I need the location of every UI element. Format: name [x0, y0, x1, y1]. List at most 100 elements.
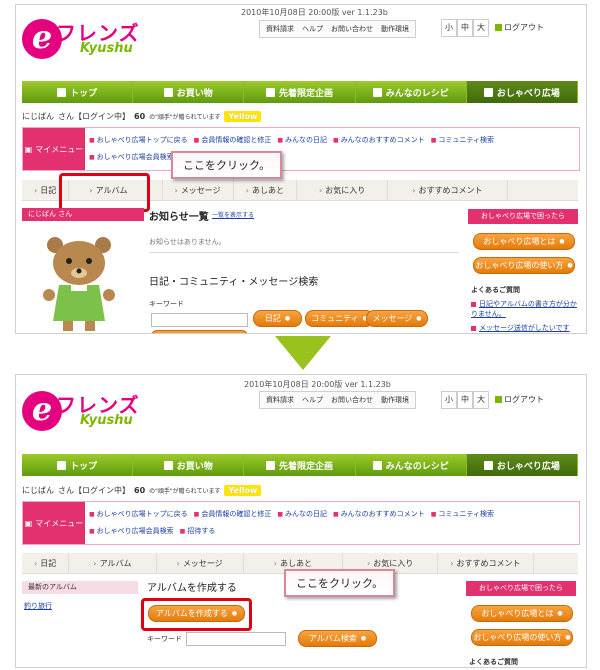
cart-icon — [163, 460, 173, 470]
album-search-button[interactable]: アルバム検索 — [298, 630, 377, 647]
util-link-request[interactable]: 資料請求 — [266, 395, 294, 405]
bullet-icon — [471, 325, 476, 331]
logout-link[interactable]: ログアウト — [495, 392, 544, 408]
rank-badge: Yellow — [224, 111, 262, 122]
my-menu-link[interactable]: おしゃべり広場トップに戻る — [89, 136, 188, 144]
home-icon — [57, 87, 67, 97]
logo-sub-text: Kyushu — [80, 41, 133, 56]
my-menu-link[interactable]: みんなの日記 — [277, 136, 327, 144]
my-menu-link[interactable]: おしゃべり広場会員検索 — [89, 153, 174, 161]
nav-chat-plaza[interactable]: おしゃべり広場 — [466, 81, 579, 103]
partial-button[interactable] — [151, 330, 248, 333]
util-link-help[interactable]: ヘルプ — [302, 395, 323, 405]
user-suffix: さん【ログイン中】 — [58, 112, 130, 121]
util-link-env[interactable]: 動作環境 — [381, 395, 409, 405]
album-tab-highlight — [59, 173, 150, 212]
my-menu-link[interactable]: みんなのおすすめコメント — [333, 510, 425, 518]
efriends-kyushu-logo[interactable]: e フレンズ Kyushu — [22, 17, 142, 63]
my-menu-link[interactable]: みんなの日記 — [277, 510, 327, 518]
util-link-env[interactable]: 動作環境 — [381, 24, 409, 34]
font-size-large-button[interactable]: 大 — [473, 391, 489, 409]
font-size-medium-button[interactable]: 中 — [457, 19, 473, 37]
howto-plaza-button[interactable]: おしゃべり広場の使い方 — [471, 629, 573, 646]
search-community-button[interactable]: コミュニティ — [305, 310, 374, 327]
font-size-small-button[interactable]: 小 — [441, 391, 457, 409]
tab-message[interactable]: メッセージ — [157, 553, 244, 573]
tab-album[interactable]: アルバム — [69, 553, 157, 573]
nav-limited[interactable]: 先着限定企画 — [244, 81, 356, 103]
keyword-input[interactable] — [151, 313, 248, 327]
my-menu-link[interactable]: コミュニティ検索 — [431, 136, 494, 144]
my-menu-link[interactable]: 会員情報の確認と修正 — [194, 510, 272, 518]
album-create-title: アルバムを作成する — [147, 583, 237, 594]
nav-top[interactable]: トップ — [22, 81, 134, 103]
user-name: にじばん — [22, 486, 54, 495]
keyword-input[interactable] — [186, 632, 286, 646]
nav-recipes[interactable]: みんなのレシピ — [356, 454, 467, 476]
nav-recipes[interactable]: みんなのレシピ — [356, 81, 467, 103]
tab-footprints[interactable]: あしあと — [234, 180, 297, 200]
font-size-small-button[interactable]: 小 — [441, 19, 457, 37]
speech-bubble-icon — [483, 460, 493, 470]
my-menu-link[interactable]: おしゃべり広場会員検索 — [89, 527, 174, 535]
tab-diary[interactable]: 日記 — [22, 553, 70, 573]
down-arrow-icon — [275, 336, 331, 370]
my-menu: ▣マイメニュー おしゃべり広場トップに戻る会員情報の確認と修正みんなの日記みんな… — [22, 501, 580, 545]
my-menu-link[interactable]: おしゃべり広場トップに戻る — [89, 510, 188, 518]
create-album-button[interactable]: アルバムを作成する — [148, 605, 245, 622]
efriends-kyushu-logo[interactable]: e フレンズ Kyushu — [22, 389, 142, 435]
nav-top[interactable]: トップ — [22, 454, 134, 476]
tab-recommended[interactable]: おすすめコメント — [438, 553, 534, 573]
util-links: 資料請求 ヘルプ お問い合わせ 動作環境 — [259, 391, 416, 409]
user-status: にじばん さん【ログイン中】 60 の"頑手"が贈られています Yellow — [22, 485, 262, 496]
my-menu: ▣マイメニュー おしゃべり広場トップに戻る会員情報の確認と修正みんなの日記みんな… — [22, 127, 580, 171]
howto-plaza-button[interactable]: おしゃべり広場の使い方 — [473, 257, 575, 274]
util-link-contact[interactable]: お問い合わせ — [331, 395, 373, 405]
main-nav: トップ お買い物 先着限定企画 みんなのレシピ おしゃべり広場 — [22, 454, 579, 476]
notice-list-link[interactable]: 一覧を表示する — [212, 210, 254, 219]
notice-title: お知らせ一覧 — [149, 212, 209, 223]
nav-chat-plaza[interactable]: おしゃべり広場 — [466, 454, 579, 476]
version-text: 2010年10月08日 20:00版 ver 1.1.23b — [241, 8, 388, 17]
faq-title: よくあるご質問 — [471, 286, 520, 294]
font-size-large-button[interactable]: 大 — [473, 19, 489, 37]
util-link-request[interactable]: 資料請求 — [266, 24, 294, 34]
search-diary-button[interactable]: 日記 — [253, 310, 302, 327]
bullet-icon — [471, 301, 476, 307]
click-here-callout: ここをクリック。 — [284, 569, 396, 597]
search-message-button[interactable]: メッセージ — [366, 310, 428, 327]
faq-item[interactable]: メッセージ送信がしたいです — [471, 323, 570, 333]
my-menu-link[interactable]: 会員情報の確認と修正 — [194, 136, 272, 144]
my-menu-link[interactable]: 招待する — [180, 527, 216, 535]
util-link-contact[interactable]: お問い合わせ — [331, 24, 373, 34]
nav-shopping[interactable]: お買い物 — [133, 81, 245, 103]
nav-limited[interactable]: 先着限定企画 — [244, 454, 356, 476]
my-menu-link[interactable]: みんなのおすすめコメント — [333, 136, 425, 144]
util-link-help[interactable]: ヘルプ — [302, 24, 323, 34]
cart-icon — [163, 87, 173, 97]
font-size-medium-button[interactable]: 中 — [457, 391, 473, 409]
keyword-label: キーワード — [149, 300, 184, 308]
my-menu-link[interactable]: コミュニティ検索 — [431, 510, 494, 518]
user-suffix: さん【ログイン中】 — [58, 486, 130, 495]
about-plaza-button[interactable]: おしゃべり広場とは — [473, 233, 575, 250]
faq-item[interactable]: 日記やアルバムの書き方が分かりません。 — [471, 299, 581, 319]
album-link[interactable]: 釣り旅行 — [24, 601, 52, 611]
about-plaza-button[interactable]: おしゃべり広場とは — [471, 605, 573, 622]
nav-shopping[interactable]: お買い物 — [133, 454, 245, 476]
screenshot-after: e フレンズ Kyushu 2010年10月08日 20:00版 ver 1.1… — [15, 374, 587, 668]
logout-icon — [495, 24, 502, 31]
my-menu-label: ▣ マイメニュー — [23, 128, 85, 170]
user-status: にじばん さん【ログイン中】 60 の"頑手"が贈られています Yellow — [22, 111, 262, 122]
keyword-label: キーワード — [147, 635, 182, 643]
speech-bubble-icon — [483, 87, 493, 97]
font-size-buttons: 小 中 大 ログアウト — [441, 391, 544, 409]
tab-recommended[interactable]: おすすめコメント — [388, 180, 508, 200]
search-title: 日記・コミュニティ・メッセージ検索 — [149, 277, 319, 288]
user-name: にじばん — [22, 112, 54, 121]
tab-message[interactable]: メッセージ — [163, 180, 234, 200]
runner-icon — [266, 87, 275, 97]
logout-link[interactable]: ログアウト — [495, 20, 544, 36]
help-box-title: おしゃべり広場で困ったら — [466, 581, 576, 596]
tab-favorites[interactable]: お気に入り — [297, 180, 389, 200]
